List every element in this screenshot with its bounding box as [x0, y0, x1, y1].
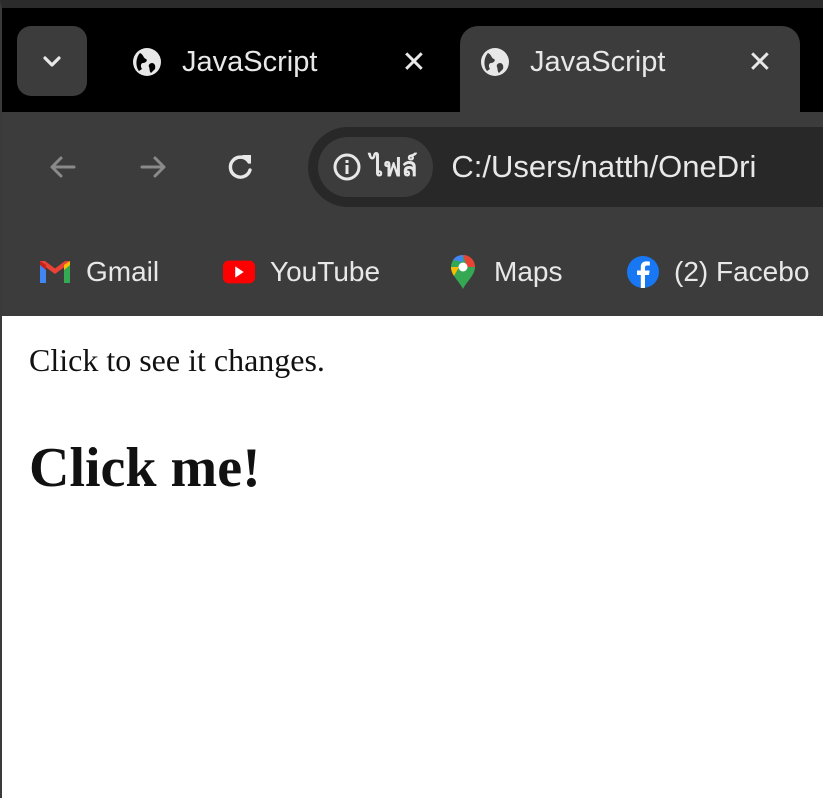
bookmark-youtube[interactable]: YouTube	[222, 252, 380, 292]
globe-icon	[133, 48, 161, 76]
tab-title: JavaScript	[182, 45, 318, 78]
page-paragraph: Click to see it changes.	[29, 342, 325, 378]
site-chip-label: ไฟล์	[370, 151, 418, 182]
facebook-icon	[626, 255, 660, 289]
close-icon[interactable]: ✕	[742, 45, 778, 80]
bookmark-facebook[interactable]: (2) Facebo	[626, 252, 809, 292]
back-button[interactable]	[40, 144, 86, 190]
toolbar: ไฟล์ C:/Users/natth/OneDri	[2, 112, 823, 222]
arrow-left-icon	[50, 156, 76, 178]
tab-strip: JavaScript ✕ JavaScript ✕	[2, 8, 823, 112]
chevron-down-icon	[43, 56, 61, 67]
bookmark-label: Maps	[494, 256, 563, 287]
bookmark-maps[interactable]: Maps	[446, 252, 562, 292]
tab-javascript-1[interactable]: JavaScript ✕	[122, 26, 442, 112]
tab-javascript-2-active[interactable]: JavaScript ✕	[460, 26, 800, 112]
globe-icon	[481, 48, 509, 76]
tab-search-button[interactable]	[17, 26, 87, 96]
bookmark-label: YouTube	[270, 256, 381, 287]
maps-icon	[446, 254, 480, 289]
bookmark-label: (2) Facebo	[674, 256, 810, 287]
site-info-chip[interactable]: ไฟล์	[318, 137, 434, 197]
address-bar[interactable]: ไฟล์ C:/Users/natth/OneDri	[308, 127, 823, 207]
gmail-icon	[38, 255, 72, 289]
browser-window: JavaScript ✕ JavaScript ✕ ไฟล์ C:/Users/…	[0, 0, 823, 798]
tab-title: JavaScript	[530, 45, 666, 78]
reload-icon	[228, 155, 252, 179]
arrow-right-icon	[140, 156, 166, 178]
bookmark-gmail[interactable]: Gmail	[38, 252, 159, 292]
url-text: C:/Users/natth/OneDri	[451, 149, 757, 184]
page-content: Click to see it changes. Click me!	[2, 316, 823, 798]
reload-button[interactable]	[218, 144, 264, 190]
bookmark-label: Gmail	[86, 256, 160, 287]
bookmarks-bar: Gmail YouTube Maps (2) Facebo	[2, 222, 823, 316]
youtube-icon	[222, 255, 256, 289]
close-icon[interactable]: ✕	[396, 45, 432, 80]
forward-button[interactable]	[130, 144, 176, 190]
click-me-heading[interactable]: Click me!	[29, 436, 261, 500]
info-icon	[333, 153, 361, 181]
